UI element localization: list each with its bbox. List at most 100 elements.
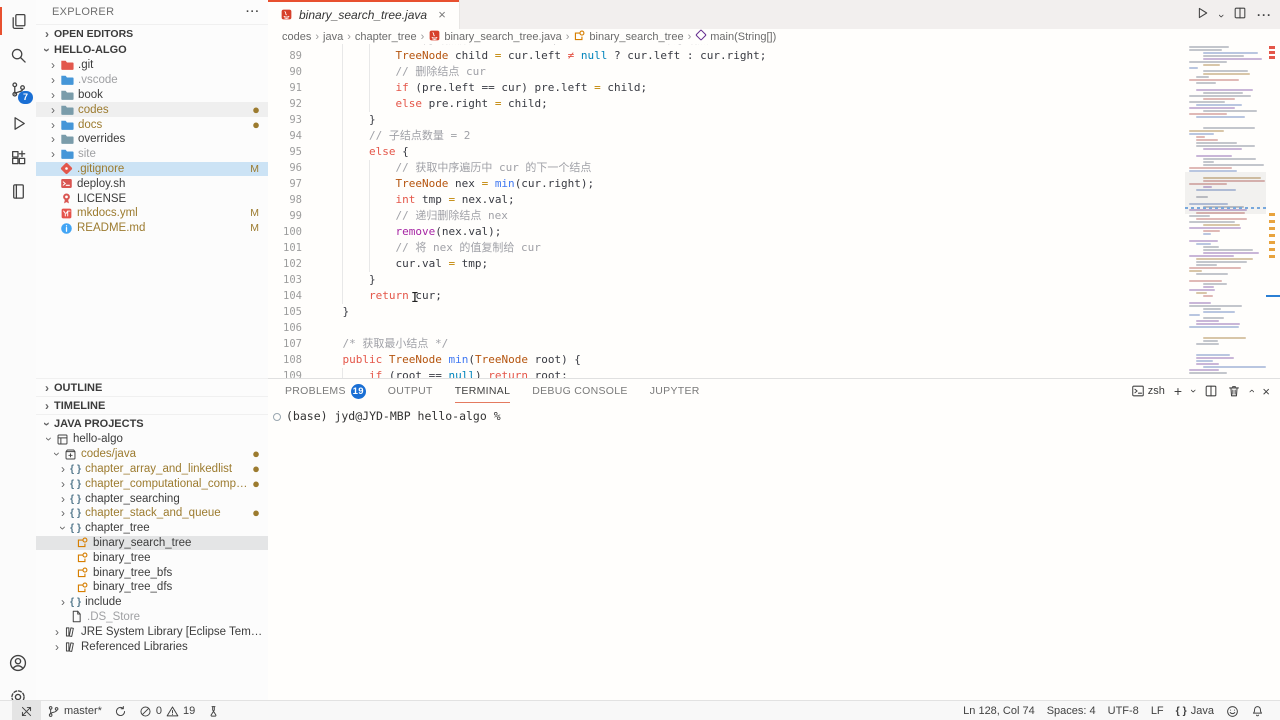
tree-item-binary-tree-dfs[interactable]: ›binary_tree_dfs (36, 580, 268, 595)
language-mode[interactable]: { }Java (1170, 701, 1220, 720)
indentation[interactable]: Spaces: 4 (1041, 701, 1102, 720)
minimap-slider[interactable] (1185, 172, 1266, 214)
tree-item-license[interactable]: ›LICENSE (36, 191, 268, 206)
chevron-up-button[interactable]: › (1250, 385, 1254, 397)
activity-run-debug[interactable] (0, 106, 36, 140)
activity-source-control[interactable]: 7 (0, 72, 36, 106)
feedback[interactable] (1220, 701, 1245, 720)
code-line-92[interactable]: 92 else pre.right = child; (268, 96, 1185, 112)
tree-item-overrides[interactable]: ›overrides (36, 132, 268, 147)
tree-item-git[interactable]: ›.git (36, 58, 268, 73)
chevron-down-button[interactable]: › (1191, 385, 1195, 397)
split-editor-button[interactable] (1233, 6, 1247, 23)
panel-tab-debug-console[interactable]: DEBUG CONSOLE (532, 379, 628, 403)
code-line-107[interactable]: 107 /* 获取最小结点 */ (268, 336, 1185, 352)
tree-item-site[interactable]: ›site (36, 147, 268, 162)
tree-item-docs[interactable]: ›docs● (36, 117, 268, 132)
tree-item-mkdocs-yml[interactable]: ›mkdocs.ymlM (36, 206, 268, 221)
tree-item-binary-tree-bfs[interactable]: ›binary_tree_bfs (36, 565, 268, 580)
tree-item-chapter-computational-complexity[interactable]: ›{ }chapter_computational_complexity● (36, 476, 268, 491)
outline-header[interactable]: › OUTLINE (36, 378, 268, 396)
breadcrumb[interactable]: codes›java›chapter_tree›binary_search_tr… (268, 29, 1280, 44)
minimap[interactable] (1185, 44, 1266, 378)
code-line-90[interactable]: 90 // 删除结点 cur (268, 64, 1185, 80)
split-button[interactable] (1204, 384, 1218, 398)
panel-tab-jupyter[interactable]: JUPYTER (650, 379, 700, 403)
tree-item-ds-store[interactable]: ›.DS_Store (36, 610, 268, 625)
remote-indicator[interactable] (12, 701, 41, 720)
code-line-100[interactable]: 100 remove(nex.val); (268, 224, 1185, 240)
activity-files[interactable] (0, 4, 36, 38)
code-line-102[interactable]: 102 cur.val = tmp; (268, 256, 1185, 272)
activity-account[interactable] (0, 646, 36, 680)
cursor-position[interactable]: Ln 128, Col 74 (957, 701, 1041, 720)
tree-item-chapter-array-and-linkedlist[interactable]: ›{ }chapter_array_and_linkedlist● (36, 462, 268, 477)
breadcrumb-binary-search-tree[interactable]: binary_search_tree (573, 29, 683, 45)
more-actions-icon[interactable]: ··· (246, 6, 260, 18)
code-line-98[interactable]: 98 int tmp = nex.val; (268, 192, 1185, 208)
code-line-95[interactable]: 95 else { (268, 144, 1185, 160)
branch-indicator[interactable]: master* (41, 701, 108, 720)
tree-item-include[interactable]: ›{ }include (36, 595, 268, 610)
breadcrumb-main-string[interactable]: main(String[]) (695, 29, 776, 44)
code-line-108[interactable]: 108 public TreeNode min(TreeNode root) { (268, 352, 1185, 368)
panel-tab-terminal[interactable]: TERMINAL (455, 379, 511, 403)
breadcrumb-chapter-tree[interactable]: chapter_tree (355, 31, 417, 43)
tree-item-hello-algo[interactable]: ›hello-algo (36, 432, 268, 447)
encoding[interactable]: UTF-8 (1102, 701, 1145, 720)
tree-item-chapter-searching[interactable]: ›{ }chapter_searching (36, 491, 268, 506)
code-line-89[interactable]: 89 TreeNode child = cur.left ≠ null ? cu… (268, 48, 1185, 64)
tree-item-codes[interactable]: ›codes● (36, 102, 268, 117)
project-root-header[interactable]: › HELLO-ALGO (36, 42, 268, 58)
tree-item-deploy-sh[interactable]: ›deploy.sh (36, 176, 268, 191)
eol[interactable]: LF (1145, 701, 1170, 720)
tree-item-vscode[interactable]: ›.vscode (36, 73, 268, 88)
open-editors-header[interactable]: › OPEN EDITORS (36, 24, 268, 42)
activity-notebook[interactable] (0, 174, 36, 208)
test-indicator[interactable] (201, 701, 226, 720)
trash-button[interactable] (1227, 384, 1241, 398)
terminal[interactable]: (base) jyd@JYD-MBP hello-algo % (274, 409, 1280, 423)
sync-button[interactable] (108, 701, 133, 720)
tree-item-chapter-stack-and-queue[interactable]: ›{ }chapter_stack_and_queue● (36, 506, 268, 521)
plus-button[interactable]: + (1174, 383, 1182, 399)
code-area[interactable]: 88 // 当子结点数量 = 0 / 1 时, child = null / 该… (268, 0, 1185, 378)
tree-item-jre-system-library-eclipse-temurin-17-17[interactable]: ›JRE System Library [Eclipse Temurin 17 … (36, 624, 268, 639)
java-projects-header[interactable]: › JAVA PROJECTS (36, 414, 268, 432)
code-line-101[interactable]: 101 // 将 nex 的值复制给 cur (268, 240, 1185, 256)
breadcrumb-codes[interactable]: codes (282, 31, 311, 43)
code-line-96[interactable]: 96 // 获取中序遍历中 cur 的下一个结点 (268, 160, 1185, 176)
tree-item-binary-tree[interactable]: ›binary_tree (36, 550, 268, 565)
timeline-header[interactable]: › TIMELINE (36, 396, 268, 414)
run-button[interactable] (1195, 6, 1209, 23)
notifications[interactable] (1245, 701, 1270, 720)
tree-item-gitignore[interactable]: ›.gitignoreM (36, 162, 268, 177)
tree-item-binary-search-tree[interactable]: ›binary_search_tree (36, 536, 268, 551)
activity-search[interactable] (0, 38, 36, 72)
activity-extensions[interactable] (0, 140, 36, 174)
close-button[interactable]: × (1262, 384, 1270, 399)
tree-item-codes-java[interactable]: ›codes/java● (36, 447, 268, 462)
overview-ruler[interactable] (1266, 0, 1280, 378)
code-line-106[interactable]: 106 (268, 320, 1185, 336)
code-line-109[interactable]: 109 if (root == null) return root; (268, 368, 1185, 378)
code-line-104[interactable]: 104 return cur; (268, 288, 1185, 304)
panel-tab-problems[interactable]: PROBLEMS19 (285, 379, 366, 403)
code-line-93[interactable]: 93 } (268, 112, 1185, 128)
terminal-button[interactable]: zsh (1131, 384, 1165, 398)
tree-item-referenced-libraries[interactable]: ›Referenced Libraries (36, 639, 268, 654)
chevron-down-button[interactable]: › (1219, 8, 1223, 22)
code-line-94[interactable]: 94 // 子结点数量 = 2 (268, 128, 1185, 144)
tree-item-readme-md[interactable]: ›README.mdM (36, 221, 268, 236)
code-line-103[interactable]: 103 } (268, 272, 1185, 288)
breadcrumb-java[interactable]: java (323, 31, 343, 43)
code-line-97[interactable]: 97 TreeNode nex = min(cur.right); (268, 176, 1185, 192)
problems-indicator[interactable]: 019 (133, 701, 201, 720)
tree-item-book[interactable]: ›book (36, 88, 268, 103)
panel-tab-output[interactable]: OUTPUT (388, 379, 433, 403)
code-line-91[interactable]: 91 if (pre.left == cur) pre.left = child… (268, 80, 1185, 96)
breadcrumb-binary-search-tree-java[interactable]: binary_search_tree.java (428, 29, 561, 45)
code-line-105[interactable]: 105 } (268, 304, 1185, 320)
code-line-99[interactable]: 99 // 递归删除结点 nex (268, 208, 1185, 224)
tree-item-chapter-tree[interactable]: ›{ }chapter_tree (36, 521, 268, 536)
